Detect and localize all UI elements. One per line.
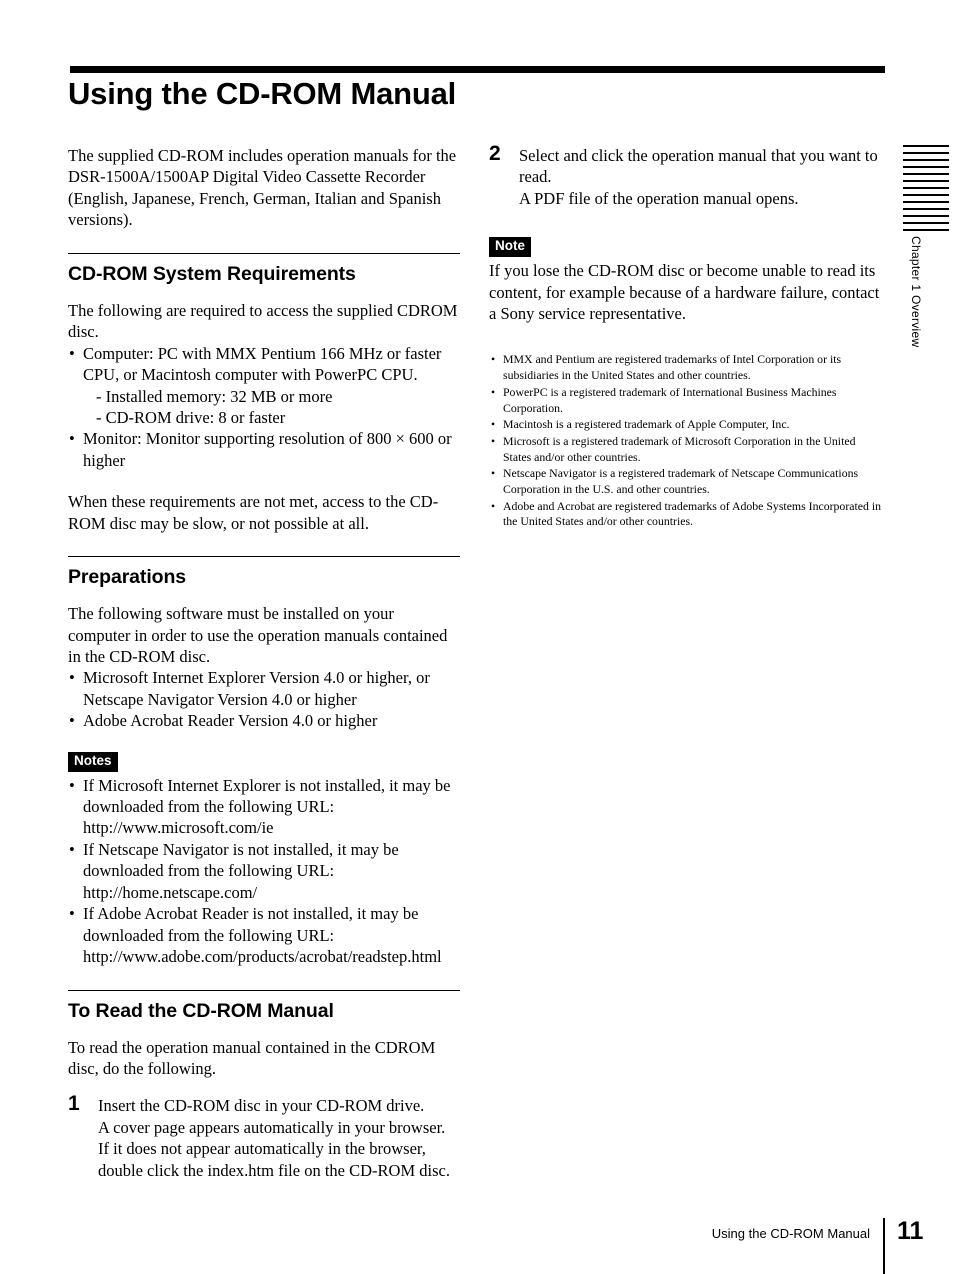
note-text: If you lose the CD-ROM disc or become un… [489,261,880,324]
list-item-label: If Netscape Navigator is not installed, … [83,839,399,902]
list-item: • Microsoft is a registered trademark of… [489,434,884,465]
to-read-intro: To read the operation manual contained i… [68,1037,436,1078]
notes-badge: Notes [68,751,118,772]
page-footer: Using the CD-ROM Manual 11 [0,1217,954,1274]
thumb-index-bar [903,201,949,203]
section-divider-rule [68,252,460,254]
section-heading: Preparations [68,566,187,589]
bullet-glyph: • [69,343,75,363]
requirements-sublist: - Installed memory: 32 MB or more - CD-R… [83,386,460,429]
list-item-label: Adobe Acrobat Reader Version 4.0 or high… [83,711,378,731]
intro-paragraph: The supplied CD-ROM includes operation m… [68,146,457,230]
list-item: • PowerPC is a registered trademark of I… [489,385,884,416]
right-column: 2 Select and click the operation manual … [489,142,884,531]
bullet-glyph: • [491,417,496,432]
list-item-label: If Adobe Acrobat Reader is not installed… [83,904,442,967]
list-item: • If Netscape Navigator is not installed… [68,839,460,903]
requirements-closing: When these requirements are not met, acc… [68,492,439,533]
list-item: • Macintosh is a registered trademark of… [489,417,884,433]
step-subtext: A cover page appears automatically in yo… [98,1117,450,1180]
sub-list-item: - Installed memory: 32 MB or more [96,386,333,406]
section-preparations: Preparations The following software must… [68,556,460,967]
list-item-label: Netscape Navigator is a registered trade… [503,466,859,496]
list-item: • Adobe Acrobat Reader Version 4.0 or hi… [68,710,460,731]
document-page: Using the CD-ROM Manual The supplied CD-… [0,0,954,1274]
note-badge: Note [489,237,531,258]
title-divider-rule [70,66,885,73]
thumb-index-bar [903,187,949,189]
step-2: 2 Select and click the operation manual … [489,142,884,209]
step-text: Insert the CD-ROM disc in your CD-ROM dr… [98,1096,425,1116]
list-item: • Computer: PC with MMX Pentium 166 MHz … [68,343,460,429]
list-item: • Microsoft Internet Explorer Version 4.… [68,667,460,710]
bullet-glyph: • [69,429,75,449]
list-item-label: Adobe and Acrobat are registered tradema… [503,498,882,529]
thumb-index-bar [903,215,949,217]
list-item: • Monitor: Monitor supporting resolution… [68,428,460,471]
sub-list-item: - CD-ROM drive: 8 or faster [96,407,286,427]
bullet-glyph: • [491,352,496,367]
preparations-list: • Microsoft Internet Explorer Version 4.… [68,667,460,731]
preparations-notes-list: • If Microsoft Internet Explorer is not … [68,775,460,968]
thumb-index-bar [903,194,949,196]
list-item-label: Microsoft is a registered trademark of M… [503,433,856,464]
section-heading: CD-ROM System Requirements [68,262,356,285]
page-title: Using the CD-ROM Manual [68,76,457,111]
list-item-label: If Microsoft Internet Explorer is not in… [83,775,451,838]
list-item: • If Microsoft Internet Explorer is not … [68,775,460,839]
thumb-index-bar [903,159,949,161]
footer-running-head: Using the CD-ROM Manual [711,1226,870,1241]
bullet-glyph: • [491,384,496,399]
bullet-glyph: • [491,498,496,513]
thumb-index-bar [903,152,949,154]
bullet-glyph: • [69,775,75,795]
section-heading: To Read the CD-ROM Manual [68,999,334,1022]
list-item: • If Adobe Acrobat Reader is not install… [68,903,460,967]
thumb-index-bar [903,145,949,147]
left-column: The supplied CD-ROM includes operation m… [68,145,460,1181]
section-divider-rule [68,989,460,991]
thumb-index-bar [903,173,949,175]
thumb-index-bar [903,222,949,224]
section-divider-rule [68,556,460,558]
step-text: Select and click the operation manual th… [519,146,878,187]
list-item: • MMX and Pentium are registered tradema… [489,352,884,383]
list-item-label: Microsoft Internet Explorer Version 4.0 … [83,668,430,709]
bullet-glyph: • [491,466,496,481]
list-item-label: Monitor: Monitor supporting resolution o… [83,429,452,470]
list-item: • Adobe and Acrobat are registered trade… [489,499,884,530]
step-number: 1 [68,1092,80,1116]
footer-divider-rule [883,1218,885,1274]
section-cdrom-system-requirements: CD-ROM System Requirements The following… [68,252,460,534]
list-item-label: Computer: PC with MMX Pentium 166 MHz or… [83,343,442,385]
preparations-intro: The following software must be installed… [68,604,448,666]
step-subtext: A PDF file of the operation manual opens… [519,188,799,208]
list-item-label: Macintosh is a registered trademark of A… [503,417,790,432]
trademark-list: • MMX and Pentium are registered tradema… [489,352,884,530]
thumb-index-bar [903,166,949,168]
bullet-glyph: • [69,711,75,731]
step-number: 2 [489,142,501,165]
bullet-glyph: • [69,904,75,924]
requirements-list: • Computer: PC with MMX Pentium 166 MHz … [68,343,460,472]
thumb-index-bars [903,145,949,236]
page-number: 11 [897,1217,924,1245]
bullet-glyph: • [69,668,75,688]
thumb-index-bar [903,180,949,182]
list-item-label: MMX and Pentium are registered trademark… [503,352,842,383]
thumb-index-bar [903,208,949,210]
bullet-glyph: • [69,839,75,859]
requirements-intro: The following are required to access the… [68,300,458,342]
step-1: 1 Insert the CD-ROM disc in your CD-ROM … [68,1092,460,1181]
chapter-tab-label: Chapter 1 Overview [909,236,923,348]
section-to-read-cdrom-manual: To Read the CD-ROM Manual To read the op… [68,989,460,1182]
list-item-label: PowerPC is a registered trademark of Int… [503,384,837,415]
thumb-index-bar [903,229,949,231]
list-item: • Netscape Navigator is a registered tra… [489,466,884,497]
bullet-glyph: • [491,433,496,448]
